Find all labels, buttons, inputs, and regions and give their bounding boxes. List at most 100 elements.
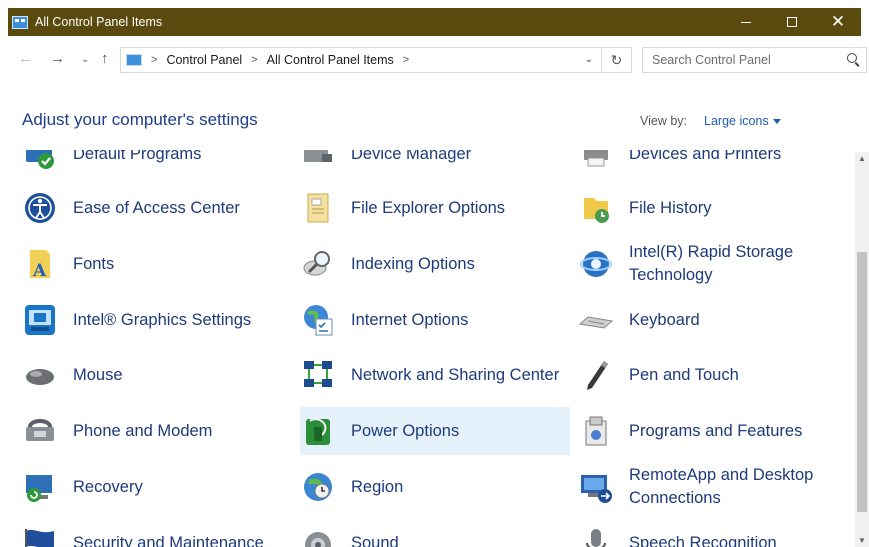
item-intel-graphics[interactable]: Intel® Graphics Settings <box>22 296 292 344</box>
ease-of-access-icon <box>25 193 55 223</box>
recent-locations-button[interactable]: ⌄ <box>81 54 89 65</box>
item-label: Internet Options <box>351 310 469 329</box>
scroll-down-icon[interactable]: ▼ <box>858 536 866 545</box>
window-title: All Control Panel Items <box>35 15 163 29</box>
item-label: Intel® Graphics Settings <box>73 310 252 329</box>
item-network[interactable]: Network and Sharing Center <box>300 351 570 399</box>
item-keyboard[interactable]: Keyboard <box>578 296 848 344</box>
recovery-icon <box>26 475 52 502</box>
svg-text:A: A <box>32 261 47 281</box>
item-label: Region <box>351 477 404 496</box>
item-region[interactable]: Region <box>300 463 570 511</box>
refresh-button[interactable]: ↻ <box>602 47 632 73</box>
pen-icon <box>587 361 608 390</box>
minimize-button[interactable] <box>723 8 769 36</box>
chevron-down-icon[interactable]: ⌄ <box>585 54 593 65</box>
item-security-flag[interactable]: Security and Maintenance <box>22 519 292 547</box>
item-label: Intel(R) Rapid Storage Technology <box>629 243 794 284</box>
default-programs-icon <box>26 150 54 169</box>
rapid-storage-icon <box>580 251 612 277</box>
forward-button[interactable]: → <box>50 50 65 67</box>
item-programs-features[interactable]: Programs and Features <box>578 407 848 455</box>
item-label: Phone and Modem <box>73 421 213 440</box>
breadcrumb-control-panel[interactable]: Control Panel <box>166 53 242 67</box>
file-history-icon <box>584 198 609 223</box>
item-microphone[interactable]: Speech Recognition <box>578 519 848 547</box>
region-icon <box>304 473 332 501</box>
item-device-manager[interactable]: Device Manager <box>300 150 570 178</box>
item-label: Security and Maintenance <box>73 533 264 547</box>
remoteapp-icon <box>581 475 612 503</box>
item-label: Recovery <box>73 477 143 496</box>
address-bar[interactable]: > Control Panel > All Control Panel Item… <box>120 47 602 73</box>
item-label: Default Programs <box>73 150 202 163</box>
item-ease-of-access[interactable]: Ease of Access Center <box>22 184 292 232</box>
item-phone-modem[interactable]: Phone and Modem <box>22 407 292 455</box>
item-label: Sound <box>351 533 399 547</box>
item-fonts[interactable]: A Fonts <box>22 240 292 288</box>
microphone-icon <box>586 529 606 547</box>
title-bar: All Control Panel Items ✕ <box>8 8 861 36</box>
navigation-bar: ← → ⌄ ↑ > Control Panel > All Control Pa… <box>8 36 867 84</box>
sound-icon <box>305 532 331 547</box>
chevron-right-icon[interactable]: > <box>403 54 409 66</box>
item-label: RemoteApp and Desktop Connections <box>629 466 814 507</box>
maximize-button[interactable] <box>769 8 815 36</box>
item-default-programs[interactable]: Default Programs <box>22 150 292 178</box>
item-label: Power Options <box>351 421 460 440</box>
item-label: Device Manager <box>351 150 472 163</box>
item-label: File History <box>629 198 712 217</box>
search-box[interactable] <box>642 47 867 73</box>
view-by-value: Large icons <box>704 114 769 128</box>
item-label: Ease of Access Center <box>73 198 240 217</box>
scrollbar-thumb[interactable] <box>857 252 867 512</box>
device-manager-icon <box>304 150 332 162</box>
caret-down-icon <box>772 119 781 125</box>
item-printer[interactable]: Devices and Printers <box>578 150 848 178</box>
security-flag-icon <box>25 529 54 547</box>
indexing-icon <box>303 251 330 276</box>
close-button[interactable]: ✕ <box>815 8 861 36</box>
item-label: Mouse <box>73 365 123 384</box>
view-by-label: View by: <box>640 114 688 128</box>
item-sound[interactable]: Sound <box>300 519 570 547</box>
internet-options-icon <box>304 305 333 336</box>
item-internet-options[interactable]: Internet Options <box>300 296 570 344</box>
back-button[interactable]: ← <box>18 50 33 67</box>
item-rapid-storage[interactable]: Intel(R) Rapid Storage Technology <box>578 240 848 288</box>
item-power-options[interactable]: Power Options <box>300 407 570 455</box>
chevron-right-icon[interactable]: > <box>251 54 257 66</box>
item-file-history[interactable]: File History <box>578 184 848 232</box>
view-by-dropdown[interactable]: Large icons <box>704 114 781 128</box>
fonts-icon: A <box>30 250 50 281</box>
scroll-up-icon[interactable]: ▲ <box>858 154 866 163</box>
control-panel-icon <box>12 15 28 29</box>
item-label: Keyboard <box>629 310 700 329</box>
item-indexing[interactable]: Indexing Options <box>300 240 570 288</box>
search-icon[interactable] <box>847 53 857 63</box>
item-label: Speech Recognition <box>629 533 777 547</box>
phone-modem-icon <box>26 419 54 441</box>
folder-options-icon <box>307 193 329 223</box>
item-mouse[interactable]: Mouse <box>22 351 292 399</box>
item-folder-options[interactable]: File Explorer Options <box>300 184 570 232</box>
control-panel-items: Default Programs Device Manager Devices an… <box>0 150 855 547</box>
item-recovery[interactable]: Recovery <box>22 463 292 511</box>
intel-graphics-icon <box>25 305 55 335</box>
item-label: Fonts <box>73 254 115 273</box>
item-pen[interactable]: Pen and Touch <box>578 351 848 399</box>
printer-icon <box>584 150 608 167</box>
minimize-icon <box>741 21 751 23</box>
mouse-icon <box>26 369 54 385</box>
item-label: File Explorer Options <box>351 198 506 217</box>
search-input[interactable] <box>643 53 833 67</box>
item-label: Indexing Options <box>351 254 475 273</box>
refresh-icon: ↻ <box>610 51 623 68</box>
network-icon <box>304 361 332 387</box>
vertical-scrollbar[interactable]: ▲ ▼ <box>855 152 869 547</box>
breadcrumb-all-items[interactable]: All Control Panel Items <box>267 53 394 67</box>
chevron-right-icon[interactable]: > <box>151 54 157 66</box>
item-label: Devices and Printers <box>629 150 782 163</box>
up-button[interactable]: ↑ <box>101 50 109 67</box>
item-remoteapp[interactable]: RemoteApp and Desktop Connections <box>578 463 848 511</box>
